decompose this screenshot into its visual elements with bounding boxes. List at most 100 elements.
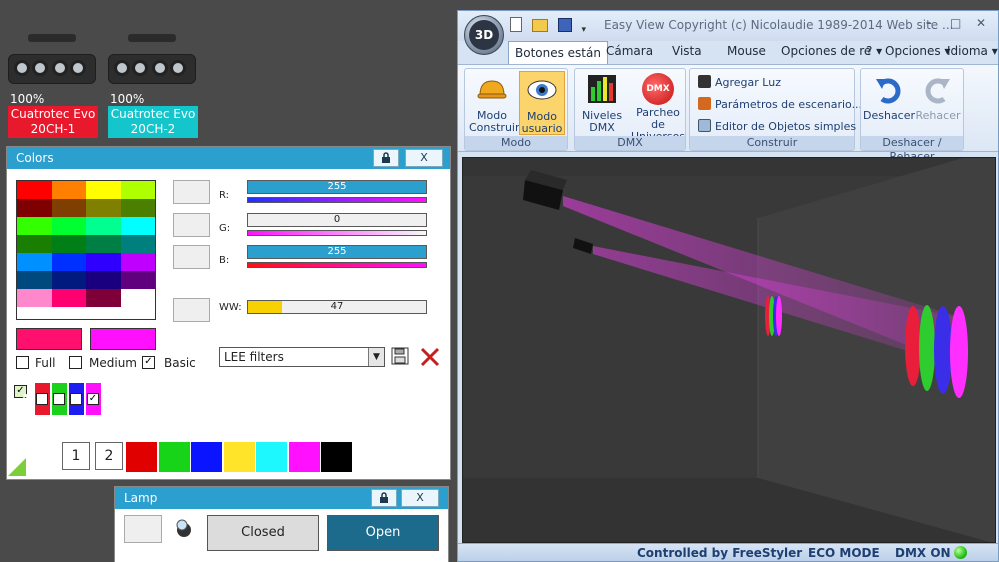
channel-color-toggle[interactable]: ✓ [86, 383, 101, 415]
ww-preset-button[interactable] [173, 298, 210, 322]
channel-checkbox[interactable] [53, 393, 65, 405]
customize-toolbar-icon[interactable]: ▾ [581, 25, 586, 35]
current-color-b[interactable] [90, 328, 156, 350]
color-swatch[interactable] [51, 253, 86, 271]
color-swatch[interactable] [17, 181, 52, 199]
delete-filter-button[interactable] [419, 346, 441, 368]
save-icon[interactable] [557, 18, 572, 32]
channel-checkbox[interactable] [70, 393, 82, 405]
color-swatch[interactable] [120, 235, 155, 253]
tab-opciones-render[interactable]: Opciones de re [781, 44, 871, 58]
parcheo-universos-button[interactable]: DMX Parcheo de Universos [631, 71, 685, 143]
channel-checkbox[interactable]: ✓ [87, 393, 99, 405]
channel-color-toggle[interactable] [35, 383, 50, 415]
lock-button[interactable] [373, 149, 399, 167]
color-swatch[interactable] [17, 199, 52, 217]
quick-color-swatch[interactable] [223, 442, 255, 472]
color-swatch[interactable] [17, 289, 52, 307]
color-swatch[interactable] [51, 235, 86, 253]
b-value-bar[interactable]: 255 [247, 245, 427, 259]
tab-botones[interactable]: Botones están [508, 41, 608, 64]
channel-checkbox[interactable] [36, 393, 48, 405]
tab-camara[interactable]: Cámara [606, 44, 653, 58]
modo-usuario-button[interactable]: Modo usuario [519, 71, 565, 135]
color-swatch[interactable] [120, 253, 155, 271]
undo-button[interactable]: Deshacer [863, 71, 915, 135]
color-swatch[interactable] [86, 181, 121, 199]
options-menu[interactable]: Opciones ▾ [885, 44, 950, 58]
color-swatch[interactable] [86, 199, 121, 217]
b-gradient-bar[interactable] [247, 262, 427, 268]
current-color-a[interactable] [16, 328, 82, 350]
color-swatch[interactable] [86, 253, 121, 271]
quick-color-swatch[interactable] [126, 442, 157, 472]
fixture-2[interactable]: 100% Cuatrotec Evo 20CH-2 [108, 34, 200, 138]
tab-mouse[interactable]: Mouse [727, 44, 766, 58]
editor-objetos-button[interactable]: Editor de Objetos simples [698, 119, 856, 133]
close-button[interactable]: X [401, 489, 439, 507]
blue-preset-button[interactable] [173, 245, 210, 269]
open-folder-icon[interactable] [531, 19, 548, 32]
color-swatch[interactable] [51, 271, 86, 289]
agregar-luz-button[interactable]: Agregar Luz [698, 75, 781, 89]
color-swatch[interactable] [17, 253, 52, 271]
lamp-closed-button[interactable]: Closed [207, 515, 319, 551]
close-window-button[interactable]: ✕ [976, 16, 986, 30]
color-swatch[interactable] [120, 217, 155, 235]
language-menu[interactable]: Idioma ▾ [947, 44, 998, 58]
lamp-open-button[interactable]: Open [327, 515, 439, 551]
g-value-bar[interactable]: 0 [247, 213, 427, 227]
basic-checkbox[interactable]: ✓ [142, 356, 155, 369]
modo-construir-button[interactable]: Modo Construir [469, 71, 520, 135]
new-file-icon[interactable] [510, 17, 522, 32]
minimize-button[interactable]: – [926, 16, 932, 30]
maximize-button[interactable]: □ [950, 16, 961, 30]
r-value-bar[interactable]: 255 [247, 180, 427, 194]
red-preset-button[interactable] [173, 180, 210, 204]
green-preset-button[interactable] [173, 213, 210, 237]
ww-value-bar[interactable]: 47 [247, 300, 427, 314]
color-swatch[interactable] [86, 271, 121, 289]
medium-checkbox[interactable] [69, 356, 82, 369]
quick-color-swatch[interactable] [288, 442, 320, 472]
channel-color-toggle[interactable] [52, 383, 67, 415]
lamp-preset-button[interactable] [124, 515, 162, 543]
help-menu[interactable]: ? ▾ [866, 44, 882, 58]
3d-viewport[interactable] [462, 157, 996, 543]
color-swatch-grid[interactable] [16, 180, 156, 320]
color-swatch[interactable] [86, 235, 121, 253]
color-swatch[interactable] [120, 289, 155, 307]
color-swatch[interactable] [51, 217, 86, 235]
color-swatch[interactable] [17, 235, 52, 253]
redo-button[interactable]: Rehacer [913, 71, 963, 135]
parametros-escenario-button[interactable]: Parámetros de escenario... [698, 97, 862, 111]
quick-color-swatch[interactable] [191, 442, 222, 472]
color-swatch[interactable] [120, 181, 155, 199]
g-gradient-bar[interactable] [247, 230, 427, 236]
full-checkbox[interactable] [16, 356, 29, 369]
r-gradient-bar[interactable] [247, 197, 427, 203]
channel-color-toggle[interactable] [69, 383, 84, 415]
color-swatch[interactable] [17, 271, 52, 289]
quick-color-swatch[interactable] [256, 442, 287, 472]
filter-select[interactable]: LEE filters ▼ [219, 347, 385, 367]
save-filter-button[interactable] [391, 347, 409, 365]
page-2-button[interactable]: 2 [95, 442, 123, 470]
color-swatch[interactable] [51, 289, 86, 307]
page-1-button[interactable]: 1 [62, 442, 90, 470]
color-swatch[interactable] [86, 217, 121, 235]
quick-color-swatch[interactable] [158, 442, 190, 472]
close-button[interactable]: X [405, 149, 443, 167]
lock-button[interactable] [371, 489, 397, 507]
color-swatch[interactable] [120, 199, 155, 217]
quick-color-swatch[interactable] [321, 442, 352, 472]
fixture-1[interactable]: 100% Cuatrotec Evo 20CH-1 [8, 34, 100, 138]
color-swatch[interactable] [86, 289, 121, 307]
resize-corner-icon[interactable] [8, 458, 26, 476]
color-swatch[interactable] [51, 199, 86, 217]
tab-vista[interactable]: Vista [672, 44, 702, 58]
color-swatch[interactable] [120, 271, 155, 289]
color-swatch[interactable] [51, 181, 86, 199]
niveles-dmx-button[interactable]: Niveles DMX [577, 71, 627, 135]
color-swatch[interactable] [17, 217, 52, 235]
